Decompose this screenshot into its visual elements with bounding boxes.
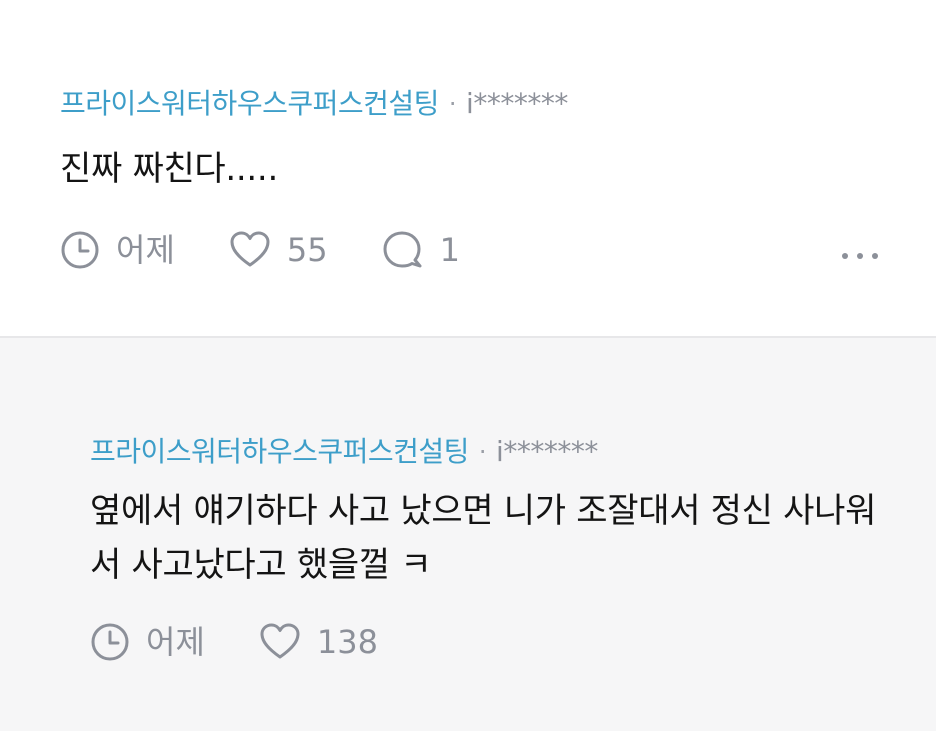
reply-card: 프라이스워터하우스쿠퍼스컨설팅 · i******* 옆에서 얘기하다 사고 났… bbox=[0, 338, 936, 731]
comment-text: 진짜 짜친다..... bbox=[60, 149, 278, 189]
timestamp-label: 어제 bbox=[116, 231, 175, 269]
timestamp-label: 어제 bbox=[146, 623, 205, 661]
timestamp: 어제 bbox=[90, 620, 205, 664]
comment-card: 프라이스워터하우스쿠퍼스컨설팅 · i******* 진짜 짜친다..... 어… bbox=[0, 0, 936, 336]
more-icon[interactable] bbox=[842, 244, 878, 268]
comment-actions: 어제 55 1 bbox=[60, 228, 936, 272]
more-dot bbox=[842, 253, 848, 259]
meta-separator: · bbox=[478, 438, 487, 466]
author-id: i******* bbox=[496, 435, 598, 468]
like-button[interactable]: 55 bbox=[229, 228, 328, 272]
comment-count: 1 bbox=[439, 231, 460, 269]
reply-meta: 프라이스워터하우스쿠퍼스컨설팅 · i******* bbox=[90, 432, 936, 472]
clock-icon bbox=[61, 231, 99, 269]
comment-icon bbox=[383, 231, 422, 268]
comment-meta: 프라이스워터하우스쿠퍼스컨설팅 · i******* bbox=[60, 84, 936, 124]
like-button[interactable]: 138 bbox=[259, 620, 378, 664]
clock-icon bbox=[91, 623, 129, 661]
more-dot bbox=[872, 253, 878, 259]
comment-button[interactable]: 1 bbox=[382, 228, 460, 272]
meta-separator: · bbox=[448, 90, 457, 118]
like-count: 138 bbox=[316, 623, 378, 661]
company-name[interactable]: 프라이스워터하우스쿠퍼스컨설팅 bbox=[90, 432, 469, 472]
more-dot bbox=[857, 253, 863, 259]
heart-icon bbox=[230, 231, 270, 267]
heart-icon bbox=[260, 623, 300, 659]
company-name[interactable]: 프라이스워터하우스쿠퍼스컨설팅 bbox=[60, 84, 439, 124]
like-count: 55 bbox=[286, 231, 328, 269]
reply-actions: 어제 138 bbox=[90, 620, 936, 664]
timestamp: 어제 bbox=[60, 228, 175, 272]
reply-text: 옆에서 얘기하다 사고 났으면 니가 조잘대서 정신 사나워서 사고났다고 했을… bbox=[90, 491, 877, 585]
author-id: i******* bbox=[466, 87, 568, 120]
